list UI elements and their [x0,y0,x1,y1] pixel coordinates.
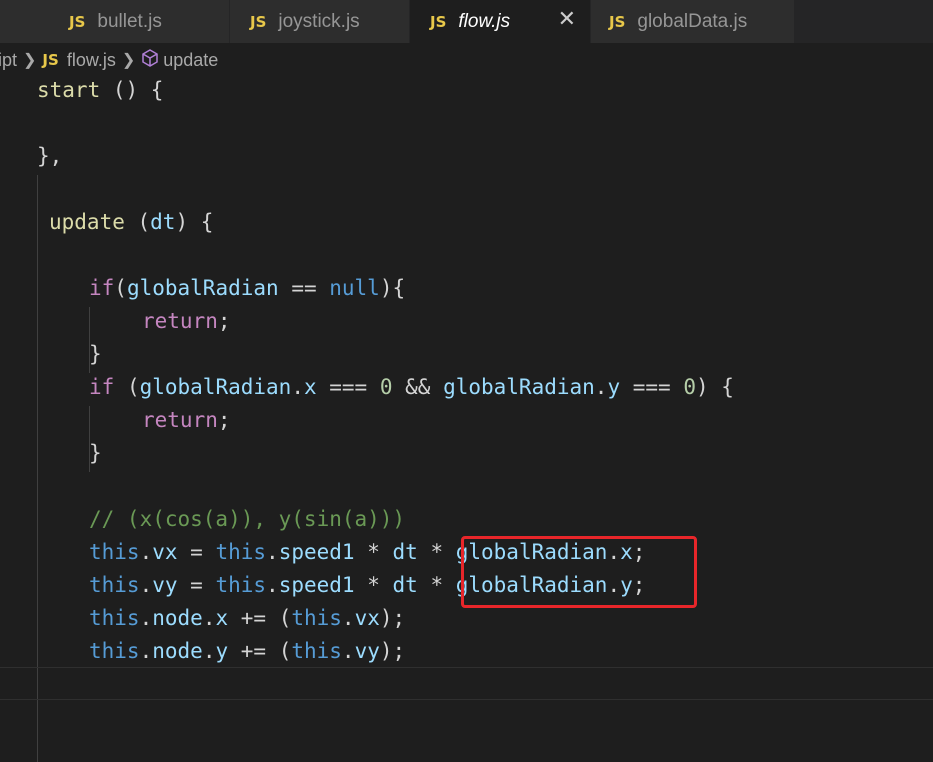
javascript-file-icon: JS [42,51,59,69]
code-line: return; [142,309,231,333]
code-line: if (globalRadian.x === 0 && globalRadian… [89,375,734,399]
javascript-file-icon: JS [250,12,267,31]
tab-label: joystick.js [278,10,360,32]
code-comment: // (x(cos(a)), y(sin(a))) [89,507,406,531]
current-line-highlight [0,667,933,700]
code-line: } [89,342,102,366]
code-editor[interactable]: start () { }, update (dt) { if(globalRad… [0,77,933,762]
code-line: update (dt) { [49,210,214,234]
breadcrumb-file[interactable]: flow.js [67,50,116,71]
tab-label: bullet.js [97,10,162,32]
chevron-right-icon: ❯ [23,52,37,69]
tab-label: flow.js [458,10,511,32]
breadcrumb-symbol[interactable]: update [163,50,218,71]
editor-tab-bar: JS bullet.js JS joystick.js JS flow.js ✕… [0,0,933,43]
code-line: this.node.y += (this.vy); [89,639,406,663]
chevron-right-icon: ❯ [121,52,136,69]
code-line: if(globalRadian == null){ [89,276,406,300]
javascript-file-icon: JS [609,12,626,31]
annotation-highlight-box [461,536,697,608]
close-icon[interactable]: ✕ [558,7,576,32]
code-line: } [89,441,102,465]
code-line: start () { [37,78,164,102]
tab-globaldata-js[interactable]: JS globalData.js [591,0,795,43]
tab-bullet-js[interactable]: JS bullet.js [0,0,230,43]
javascript-file-icon: JS [69,12,86,31]
tab-flow-js[interactable]: JS flow.js ✕ [410,0,591,43]
method-cube-icon [141,48,159,72]
code-line: this.node.x += (this.vx); [89,606,406,630]
javascript-file-icon: JS [430,12,447,31]
code-line: }, [37,144,63,168]
tab-label: globalData.js [637,10,748,32]
breadcrumb-folder[interactable]: ipt [0,50,17,71]
breadcrumb: ipt ❯ JS flow.js ❯ update [0,43,933,77]
code-line: return; [142,408,231,432]
tab-joystick-js[interactable]: JS joystick.js [230,0,410,43]
